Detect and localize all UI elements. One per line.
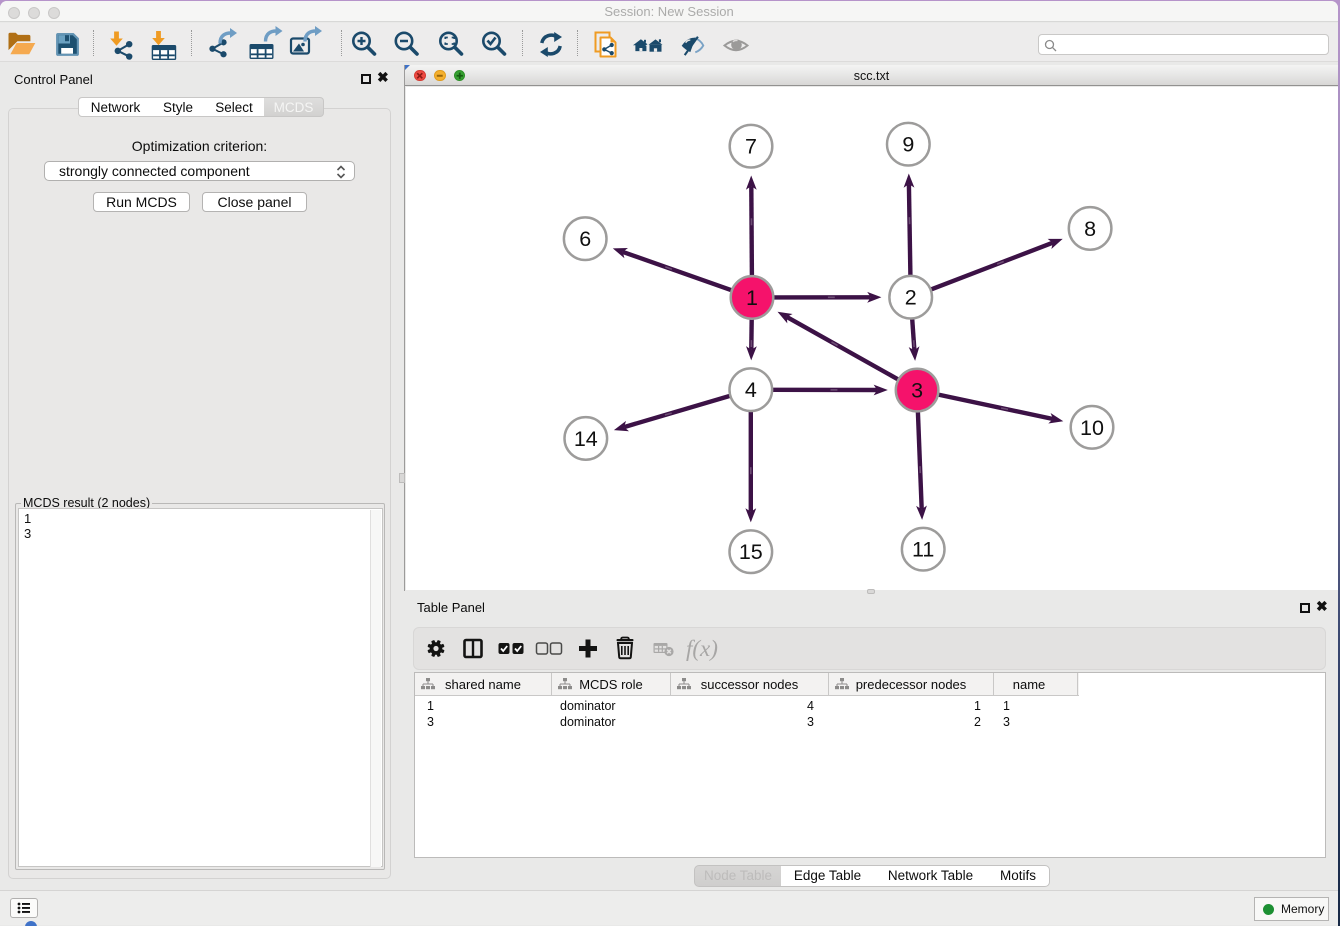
svg-text:15: 15 [739,540,763,564]
svg-text:14: 14 [574,427,598,451]
svg-text:2: 2 [905,286,917,310]
svg-text:7: 7 [745,135,757,159]
svg-text:11: 11 [912,538,934,562]
svg-text:f(x): f(x) [686,636,718,661]
svg-text:1: 1 [746,286,758,310]
svg-text:6: 6 [579,227,591,251]
svg-text:8: 8 [1084,217,1096,241]
svg-text:10: 10 [1080,416,1104,440]
svg-text:4: 4 [745,378,757,402]
svg-text:3: 3 [911,379,923,403]
svg-text:9: 9 [902,133,914,157]
